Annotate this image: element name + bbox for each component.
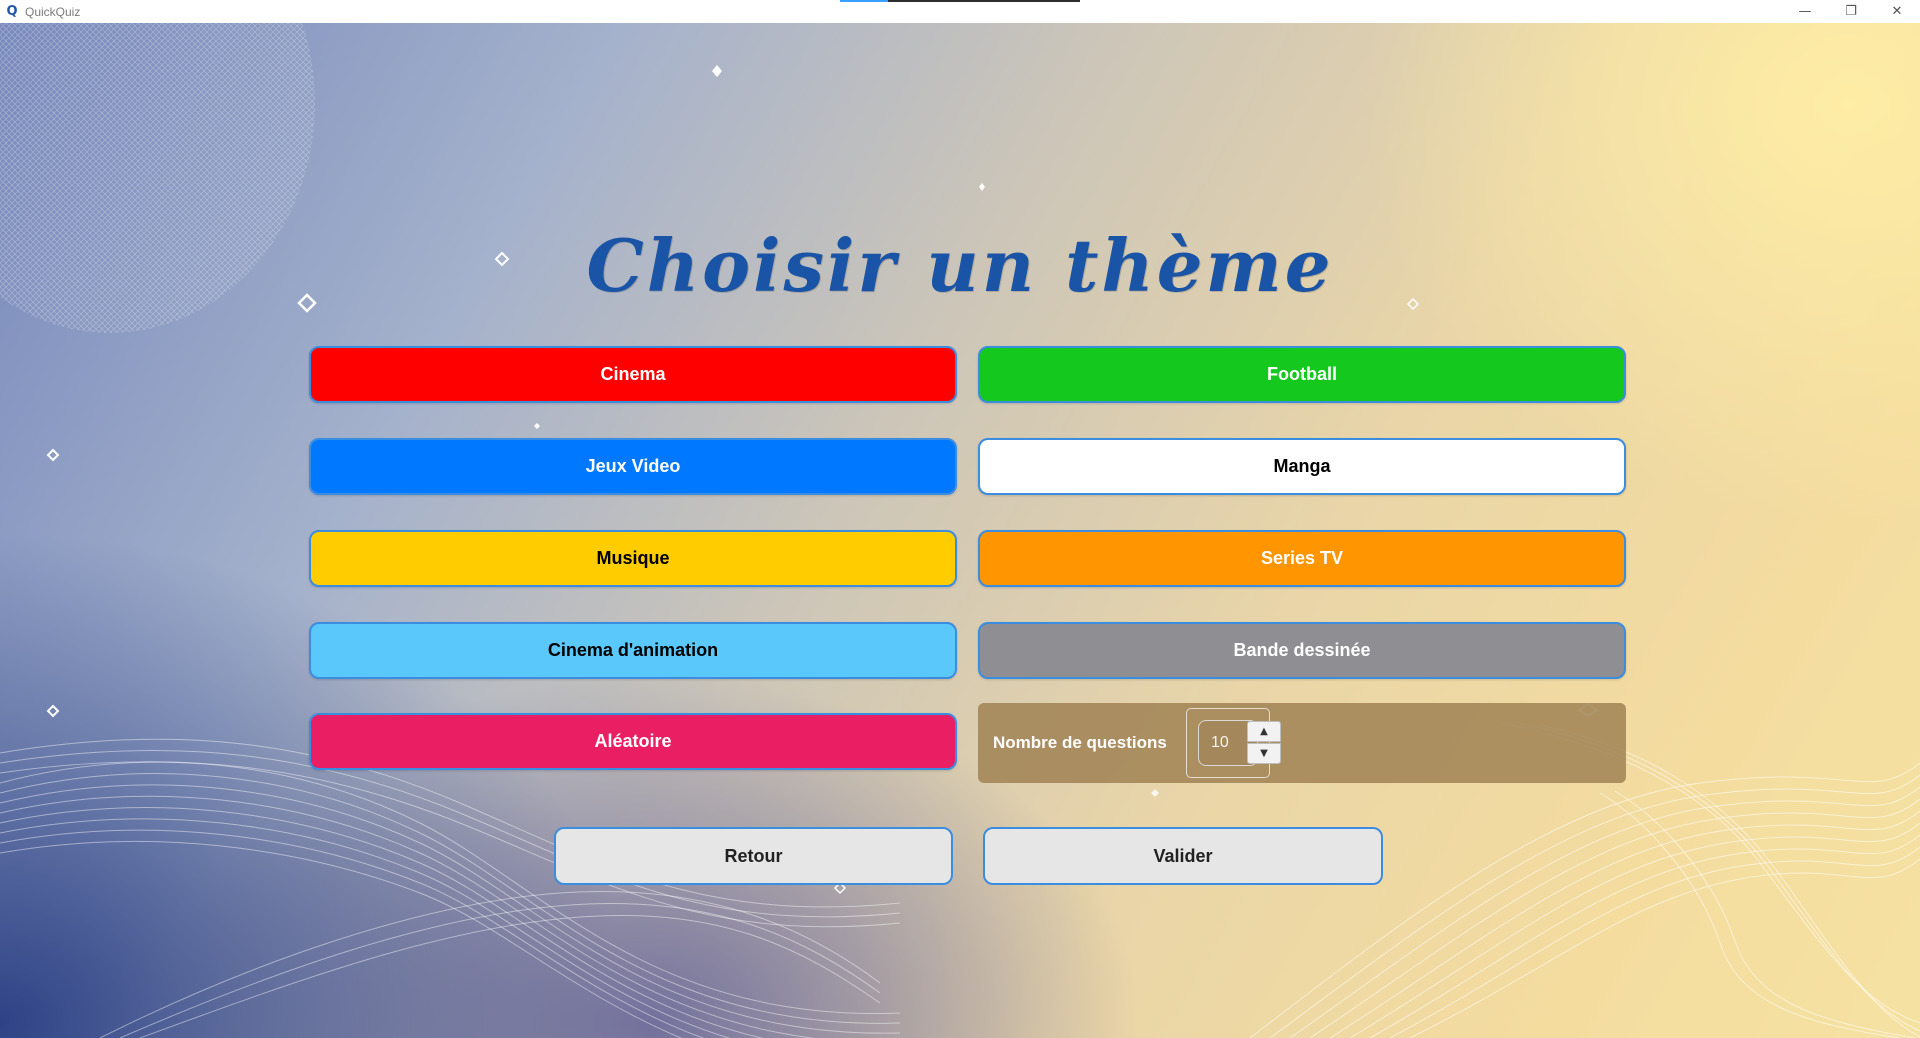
- triangle-up-icon: ▲: [1260, 726, 1268, 737]
- close-button[interactable]: ✕: [1874, 0, 1920, 23]
- title-bar-accent: [840, 0, 1080, 2]
- quickquiz-logo-icon: Q: [6, 4, 18, 19]
- wave-lines-left-decoration: [0, 738, 901, 1038]
- minimize-button[interactable]: —: [1782, 0, 1828, 23]
- spinner-increment-button[interactable]: ▲: [1247, 721, 1281, 742]
- window-title: QuickQuiz: [25, 4, 81, 19]
- question-count-panel: Nombre de questions ▲ ▼: [978, 703, 1626, 783]
- triangle-down-icon: ▼: [1260, 748, 1268, 759]
- theme-button-jeux-video[interactable]: Jeux Video: [309, 438, 957, 495]
- theme-button-aleatoire[interactable]: Aléatoire: [309, 713, 957, 770]
- theme-button-bande-dessinee[interactable]: Bande dessinée: [978, 622, 1626, 679]
- spinner-decrement-button[interactable]: ▼: [1247, 743, 1281, 764]
- theme-button-manga[interactable]: Manga: [978, 438, 1626, 495]
- title-bar: Q QuickQuiz — ❐ ✕: [0, 0, 1920, 23]
- close-icon: ✕: [1891, 4, 1903, 19]
- theme-button-musique[interactable]: Musique: [309, 530, 957, 587]
- back-button[interactable]: Retour: [554, 827, 953, 885]
- validate-button[interactable]: Valider: [983, 827, 1383, 885]
- page-title: Choisir un thème: [586, 223, 1334, 308]
- theme-button-football[interactable]: Football: [978, 346, 1626, 403]
- main-content: Choisir un thème Cinema Football Jeux Vi…: [0, 23, 1920, 1038]
- restore-button[interactable]: ❐: [1828, 0, 1874, 23]
- window-controls: — ❐ ✕: [1782, 0, 1920, 23]
- theme-button-cinema[interactable]: Cinema: [309, 346, 957, 403]
- theme-button-cinema-animation[interactable]: Cinema d'animation: [309, 622, 957, 679]
- decorative-background: [0, 23, 1920, 1038]
- minimize-icon: —: [1798, 4, 1812, 19]
- question-count-label: Nombre de questions: [993, 733, 1167, 752]
- app-window: Q QuickQuiz — ❐ ✕ Choisir un thème Cinem…: [0, 0, 1920, 1038]
- question-count-spinner: ▲ ▼: [1186, 708, 1281, 778]
- theme-button-series-tv[interactable]: Series TV: [978, 530, 1626, 587]
- restore-icon: ❐: [1845, 4, 1857, 19]
